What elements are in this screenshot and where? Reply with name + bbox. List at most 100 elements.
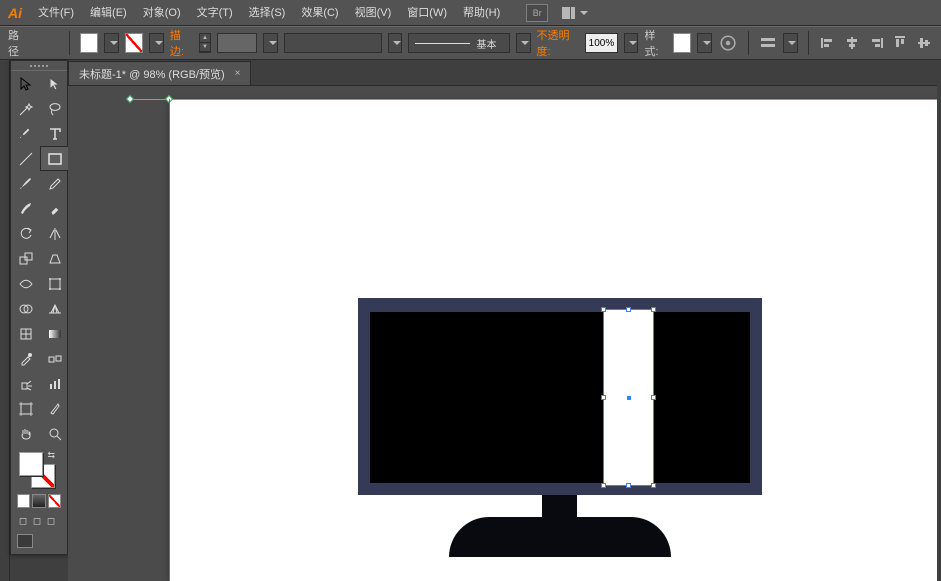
slice-tool[interactable] <box>40 396 69 421</box>
resize-handle-t[interactable] <box>626 307 631 312</box>
fill-dropdown[interactable] <box>104 33 119 53</box>
resize-handle-tl[interactable] <box>601 307 606 312</box>
menu-help[interactable]: 帮助(H) <box>455 0 508 26</box>
opacity-dropdown[interactable] <box>624 33 639 53</box>
color-mode-solid[interactable] <box>17 494 30 508</box>
opacity-field[interactable]: 100% <box>585 33 618 53</box>
menu-object[interactable]: 对象(O) <box>135 0 189 26</box>
brush-dropdown[interactable] <box>516 33 531 53</box>
brush-definition[interactable]: 基本 <box>408 33 509 53</box>
draw-behind[interactable]: ◻ <box>31 514 43 528</box>
art-monitor-screen[interactable] <box>370 312 750 483</box>
symbol-sprayer-tool[interactable] <box>11 371 40 396</box>
hand-tool[interactable] <box>11 421 40 446</box>
stroke-weight-dropdown[interactable] <box>263 33 278 53</box>
selection-center[interactable] <box>627 396 631 400</box>
chevron-down-icon <box>788 41 796 45</box>
recolor-button[interactable] <box>718 32 738 54</box>
resize-handle-b[interactable] <box>626 483 631 488</box>
artboard[interactable] <box>169 99 941 581</box>
gradient-tool[interactable] <box>40 321 69 346</box>
rectangle-tool[interactable] <box>40 146 69 171</box>
align-vcenter-button[interactable] <box>915 33 933 53</box>
pen-tool[interactable] <box>11 121 40 146</box>
resize-handle-tr[interactable] <box>651 307 656 312</box>
menu-effect[interactable]: 效果(C) <box>293 0 346 26</box>
fill-stroke-indicator[interactable]: ⇆ <box>11 446 67 492</box>
swap-fill-stroke-icon[interactable]: ⇆ <box>47 450 55 461</box>
fill-color-indicator[interactable] <box>19 452 43 476</box>
color-mode-none[interactable] <box>48 494 61 508</box>
menu-select[interactable]: 选择(S) <box>241 0 294 26</box>
align-top-button[interactable] <box>891 33 909 53</box>
color-mode-gradient[interactable] <box>32 494 45 508</box>
align-panel-button[interactable] <box>759 33 777 53</box>
resize-handle-r[interactable] <box>651 395 656 400</box>
rotate-tool[interactable] <box>11 221 40 246</box>
menu-view[interactable]: 视图(V) <box>347 0 400 26</box>
stroke-swatch[interactable] <box>125 33 143 53</box>
eyedropper-tool[interactable] <box>11 346 40 371</box>
fill-swatch[interactable] <box>80 33 98 53</box>
shape-builder-tool[interactable] <box>11 296 40 321</box>
horizontal-guide[interactable] <box>130 99 941 100</box>
align-left-button[interactable] <box>819 33 837 53</box>
column-graph-tool[interactable] <box>40 371 69 396</box>
guide-anchor-left[interactable] <box>126 95 134 103</box>
align-right-button[interactable] <box>867 33 885 53</box>
shear-tool[interactable] <box>40 246 69 271</box>
perspective-grid-tool[interactable] <box>40 296 69 321</box>
reflect-tool[interactable] <box>40 221 69 246</box>
align-dropdown[interactable] <box>783 33 798 53</box>
right-dock-strip <box>937 60 941 581</box>
draw-inside[interactable]: ◻ <box>45 514 57 528</box>
var-width-dropdown[interactable] <box>388 33 403 53</box>
document-tab[interactable]: 未标题-1* @ 98% (RGB/预览) × <box>68 61 251 85</box>
stroke-weight-field[interactable] <box>217 33 257 53</box>
free-transform-tool[interactable] <box>40 271 69 296</box>
resize-handle-bl[interactable] <box>601 483 606 488</box>
stroke-weight-stepper[interactable]: ▲▼ <box>199 33 212 53</box>
artboard-tool[interactable] <box>11 396 40 421</box>
var-width-profile[interactable] <box>284 33 382 53</box>
paintbrush-tool[interactable] <box>11 171 40 196</box>
resize-handle-l[interactable] <box>601 395 606 400</box>
opacity-label[interactable]: 不透明度: <box>537 27 580 59</box>
selected-object[interactable] <box>604 310 653 485</box>
draw-normal[interactable]: ◻ <box>17 514 29 528</box>
bridge-button[interactable]: Br <box>526 4 548 22</box>
mesh-tool[interactable] <box>11 321 40 346</box>
stroke-label[interactable]: 描边: <box>170 27 193 59</box>
menu-edit[interactable]: 编辑(E) <box>82 0 135 26</box>
type-tool[interactable] <box>40 121 69 146</box>
blend-tool[interactable] <box>40 346 69 371</box>
art-monitor-base[interactable] <box>449 517 671 557</box>
zoom-tool[interactable] <box>40 421 69 446</box>
pencil-tool[interactable] <box>40 171 69 196</box>
style-label[interactable]: 样式: <box>644 27 667 59</box>
menu-file[interactable]: 文件(F) <box>30 0 82 26</box>
magic-wand-tool[interactable] <box>11 96 40 121</box>
graphic-style-swatch[interactable] <box>673 33 691 53</box>
lasso-tool[interactable] <box>40 96 69 121</box>
toolbox: ⇆ ◻ ◻ ◻ <box>10 60 68 555</box>
document-tab-close[interactable]: × <box>235 68 241 79</box>
scale-tool[interactable] <box>11 246 40 271</box>
graphic-style-dropdown[interactable] <box>697 33 712 53</box>
menu-window[interactable]: 窗口(W) <box>399 0 455 26</box>
eraser-tool[interactable] <box>40 196 69 221</box>
align-hcenter-button[interactable] <box>843 33 861 53</box>
menu-type[interactable]: 文字(T) <box>189 0 241 26</box>
blob-brush-tool[interactable] <box>11 196 40 221</box>
art-monitor-bezel[interactable] <box>358 298 762 495</box>
line-tool[interactable] <box>11 146 40 171</box>
arrange-docs-button[interactable] <box>562 7 588 19</box>
toolbox-grip[interactable] <box>11 61 67 71</box>
selection-tool[interactable] <box>11 71 40 96</box>
screen-mode-toggle[interactable] <box>17 534 33 548</box>
direct-selection-tool[interactable] <box>40 71 69 96</box>
stroke-dropdown[interactable] <box>149 33 164 53</box>
resize-handle-br[interactable] <box>651 483 656 488</box>
width-tool[interactable] <box>11 271 40 296</box>
canvas[interactable] <box>68 86 941 581</box>
